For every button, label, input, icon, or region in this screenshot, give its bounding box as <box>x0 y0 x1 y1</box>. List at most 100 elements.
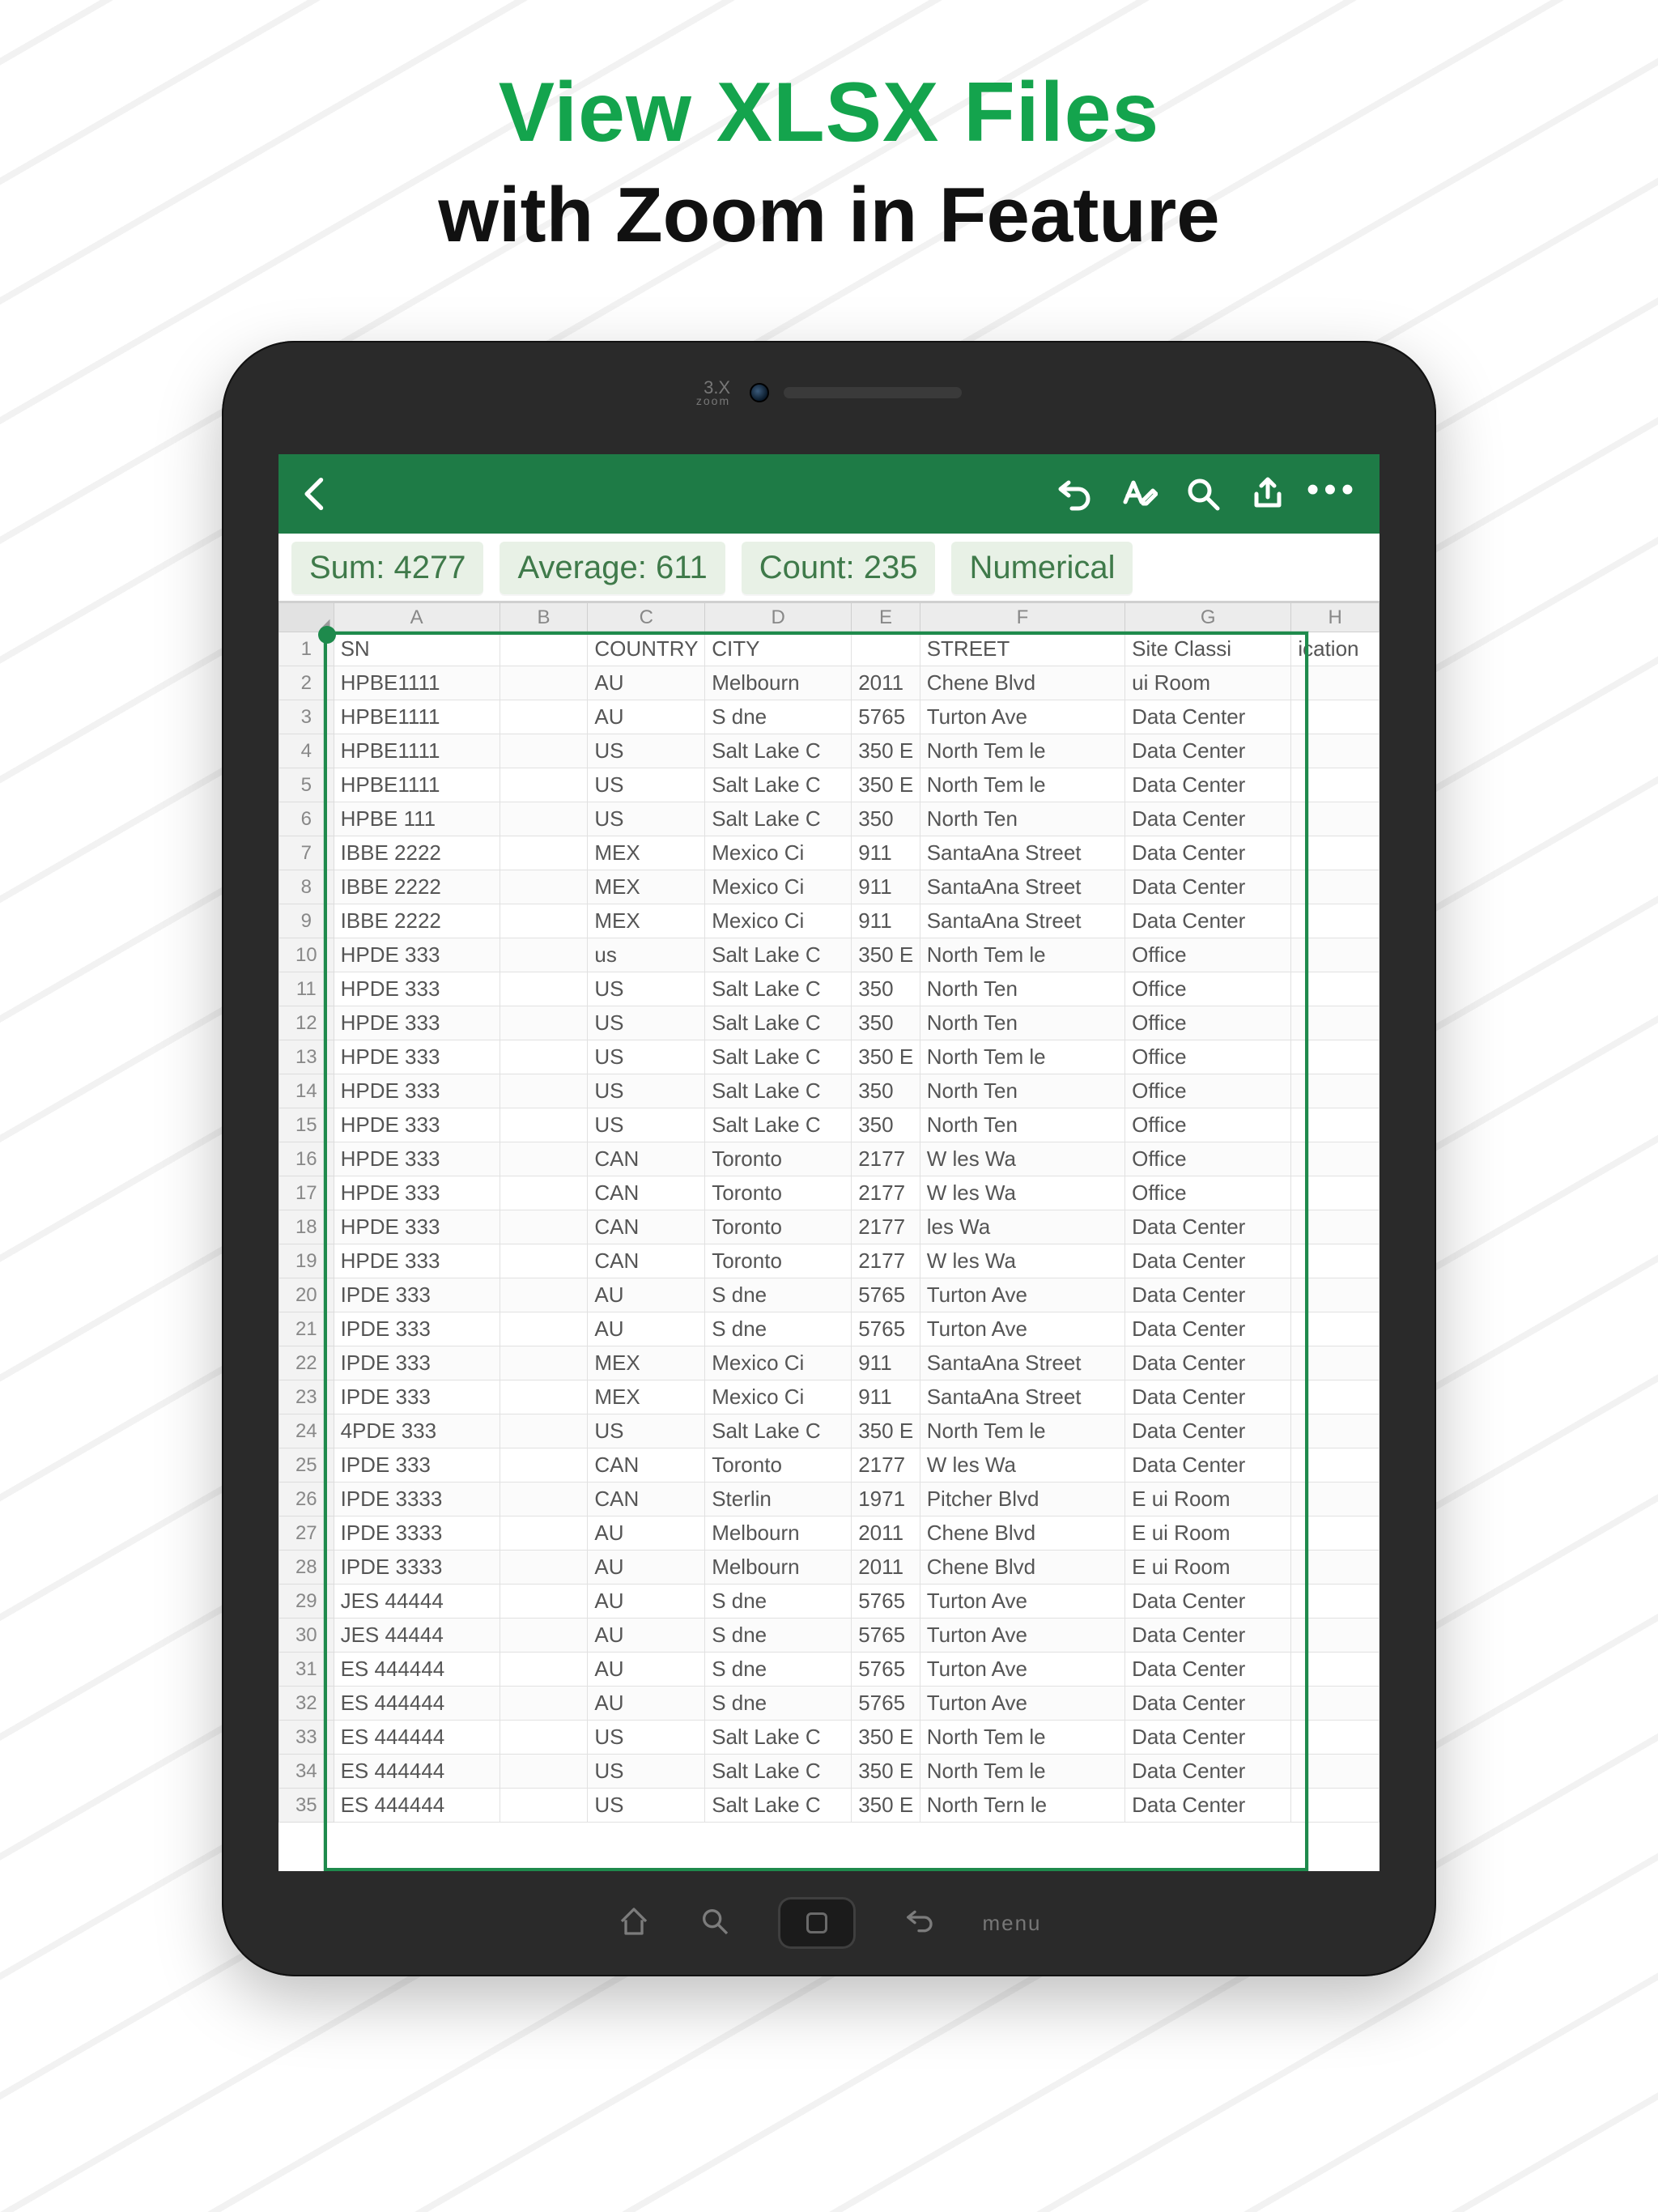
cell[interactable]: North Tem le <box>920 1755 1124 1789</box>
cell[interactable]: HPDE 333 <box>334 1142 500 1176</box>
cell[interactable]: Toronto <box>705 1244 852 1278</box>
cell[interactable]: 5765 <box>852 1653 920 1687</box>
cell[interactable]: 350 <box>852 972 920 1006</box>
cell[interactable]: Data Center <box>1125 1653 1291 1687</box>
cell[interactable]: SN <box>334 632 500 666</box>
more-button[interactable]: ••• <box>1300 462 1365 526</box>
cell[interactable]: North Tem le <box>920 938 1124 972</box>
nav-search-button[interactable] <box>697 1905 733 1942</box>
cell[interactable]: 2177 <box>852 1142 920 1176</box>
nav-recent-button[interactable] <box>778 1897 856 1949</box>
stat-numerical[interactable]: Numerical <box>951 542 1133 594</box>
cell[interactable] <box>500 1448 588 1482</box>
cell[interactable]: MEX <box>588 904 705 938</box>
row-header[interactable]: 23 <box>279 1380 334 1414</box>
table-row[interactable]: 34ES 444444USSalt Lake C350 ENorth Tem l… <box>279 1755 1380 1789</box>
cell[interactable] <box>1291 1414 1380 1448</box>
cell[interactable]: 5765 <box>852 700 920 734</box>
table-row[interactable]: 7IBBE 2222MEXMexico Ci911SantaAna Street… <box>279 836 1380 870</box>
cell[interactable]: 350 E <box>852 768 920 802</box>
cell[interactable]: ES 444444 <box>334 1755 500 1789</box>
edit-text-button[interactable] <box>1106 462 1171 526</box>
cell[interactable]: CAN <box>588 1244 705 1278</box>
cell[interactable]: US <box>588 972 705 1006</box>
select-all-corner[interactable] <box>279 603 334 632</box>
row-header[interactable]: 14 <box>279 1074 334 1108</box>
cell[interactable] <box>500 1755 588 1789</box>
cell[interactable]: US <box>588 768 705 802</box>
cell[interactable]: Chene Blvd <box>920 1516 1124 1551</box>
cell[interactable]: Salt Lake C <box>705 1040 852 1074</box>
column-header[interactable]: F <box>920 603 1124 632</box>
table-row[interactable]: 35ES 444444USSalt Lake C350 ENorth Tern … <box>279 1789 1380 1823</box>
row-header[interactable]: 11 <box>279 972 334 1006</box>
cell[interactable] <box>1291 1380 1380 1414</box>
cell[interactable]: Toronto <box>705 1448 852 1482</box>
table-row[interactable]: 4HPBE1111USSalt Lake C350 ENorth Tem leD… <box>279 734 1380 768</box>
cell[interactable]: Data Center <box>1125 734 1291 768</box>
cell[interactable]: Office <box>1125 1006 1291 1040</box>
row-header[interactable]: 35 <box>279 1789 334 1823</box>
cell[interactable]: HPDE 333 <box>334 1210 500 1244</box>
cell[interactable]: IPDE 3333 <box>334 1551 500 1585</box>
cell[interactable] <box>1291 1448 1380 1482</box>
cell[interactable]: S dne <box>705 1585 852 1619</box>
cell[interactable]: 5765 <box>852 1278 920 1312</box>
cell[interactable]: Data Center <box>1125 1789 1291 1823</box>
table-row[interactable]: 25IPDE 333CANToronto2177W les WaData Cen… <box>279 1448 1380 1482</box>
cell[interactable]: Salt Lake C <box>705 802 852 836</box>
table-row[interactable]: 18HPDE 333CANToronto2177les WaData Cente… <box>279 1210 1380 1244</box>
cell[interactable]: North Tem le <box>920 1721 1124 1755</box>
spreadsheet-viewport[interactable]: ABCDEFGH1SNCOUNTRYCITYSTREETSite Classii… <box>278 602 1380 1871</box>
cell[interactable]: HPDE 333 <box>334 938 500 972</box>
table-row[interactable]: 27IPDE 3333AUMelbourn2011Chene BlvdE ui … <box>279 1516 1380 1551</box>
table-row[interactable]: 13HPDE 333USSalt Lake C350 ENorth Tem le… <box>279 1040 1380 1074</box>
cell[interactable]: AU <box>588 1312 705 1346</box>
cell[interactable]: IPDE 333 <box>334 1278 500 1312</box>
cell[interactable]: Mexico Ci <box>705 904 852 938</box>
cell[interactable] <box>500 1312 588 1346</box>
cell[interactable]: HPBE1111 <box>334 768 500 802</box>
cell[interactable]: CAN <box>588 1448 705 1482</box>
cell[interactable]: 350 E <box>852 1414 920 1448</box>
cell[interactable] <box>500 1040 588 1074</box>
table-row[interactable]: 20IPDE 333AUS dne5765Turton AveData Cent… <box>279 1278 1380 1312</box>
cell[interactable]: Turton Ave <box>920 1687 1124 1721</box>
cell[interactable]: W les Wa <box>920 1176 1124 1210</box>
cell[interactable]: Office <box>1125 1074 1291 1108</box>
cell[interactable] <box>500 1516 588 1551</box>
cell[interactable]: les Wa <box>920 1210 1124 1244</box>
row-header[interactable]: 5 <box>279 768 334 802</box>
cell[interactable] <box>1291 904 1380 938</box>
cell[interactable] <box>500 1108 588 1142</box>
cell[interactable]: HPDE 333 <box>334 1244 500 1278</box>
cell[interactable] <box>500 1414 588 1448</box>
cell[interactable]: HPDE 333 <box>334 1176 500 1210</box>
cell[interactable]: US <box>588 1789 705 1823</box>
cell[interactable]: Salt Lake C <box>705 734 852 768</box>
cell[interactable]: SantaAna Street <box>920 836 1124 870</box>
stat-count[interactable]: Count: 235 <box>742 542 936 594</box>
table-row[interactable]: 22IPDE 333MEXMexico Ci911SantaAna Street… <box>279 1346 1380 1380</box>
cell[interactable]: SantaAna Street <box>920 1380 1124 1414</box>
table-row[interactable]: 11HPDE 333USSalt Lake C350North TenOffic… <box>279 972 1380 1006</box>
column-header[interactable]: A <box>334 603 500 632</box>
cell[interactable] <box>1291 1176 1380 1210</box>
cell[interactable]: 350 <box>852 1108 920 1142</box>
cell[interactable]: SantaAna Street <box>920 870 1124 904</box>
cell[interactable] <box>500 700 588 734</box>
cell[interactable]: HPDE 333 <box>334 1074 500 1108</box>
cell[interactable]: COUNTRY <box>588 632 705 666</box>
cell[interactable]: Turton Ave <box>920 700 1124 734</box>
cell[interactable]: IPDE 333 <box>334 1346 500 1380</box>
table-row[interactable]: 23IPDE 333MEXMexico Ci911SantaAna Street… <box>279 1380 1380 1414</box>
cell[interactable]: Site Classi <box>1125 632 1291 666</box>
cell[interactable] <box>500 1278 588 1312</box>
cell[interactable] <box>500 1721 588 1755</box>
cell[interactable] <box>500 1006 588 1040</box>
cell[interactable]: S dne <box>705 1312 852 1346</box>
cell[interactable]: Melbourn <box>705 666 852 700</box>
table-row[interactable]: 16HPDE 333CANToronto2177W les WaOffice <box>279 1142 1380 1176</box>
cell[interactable]: AU <box>588 1687 705 1721</box>
row-header[interactable]: 8 <box>279 870 334 904</box>
